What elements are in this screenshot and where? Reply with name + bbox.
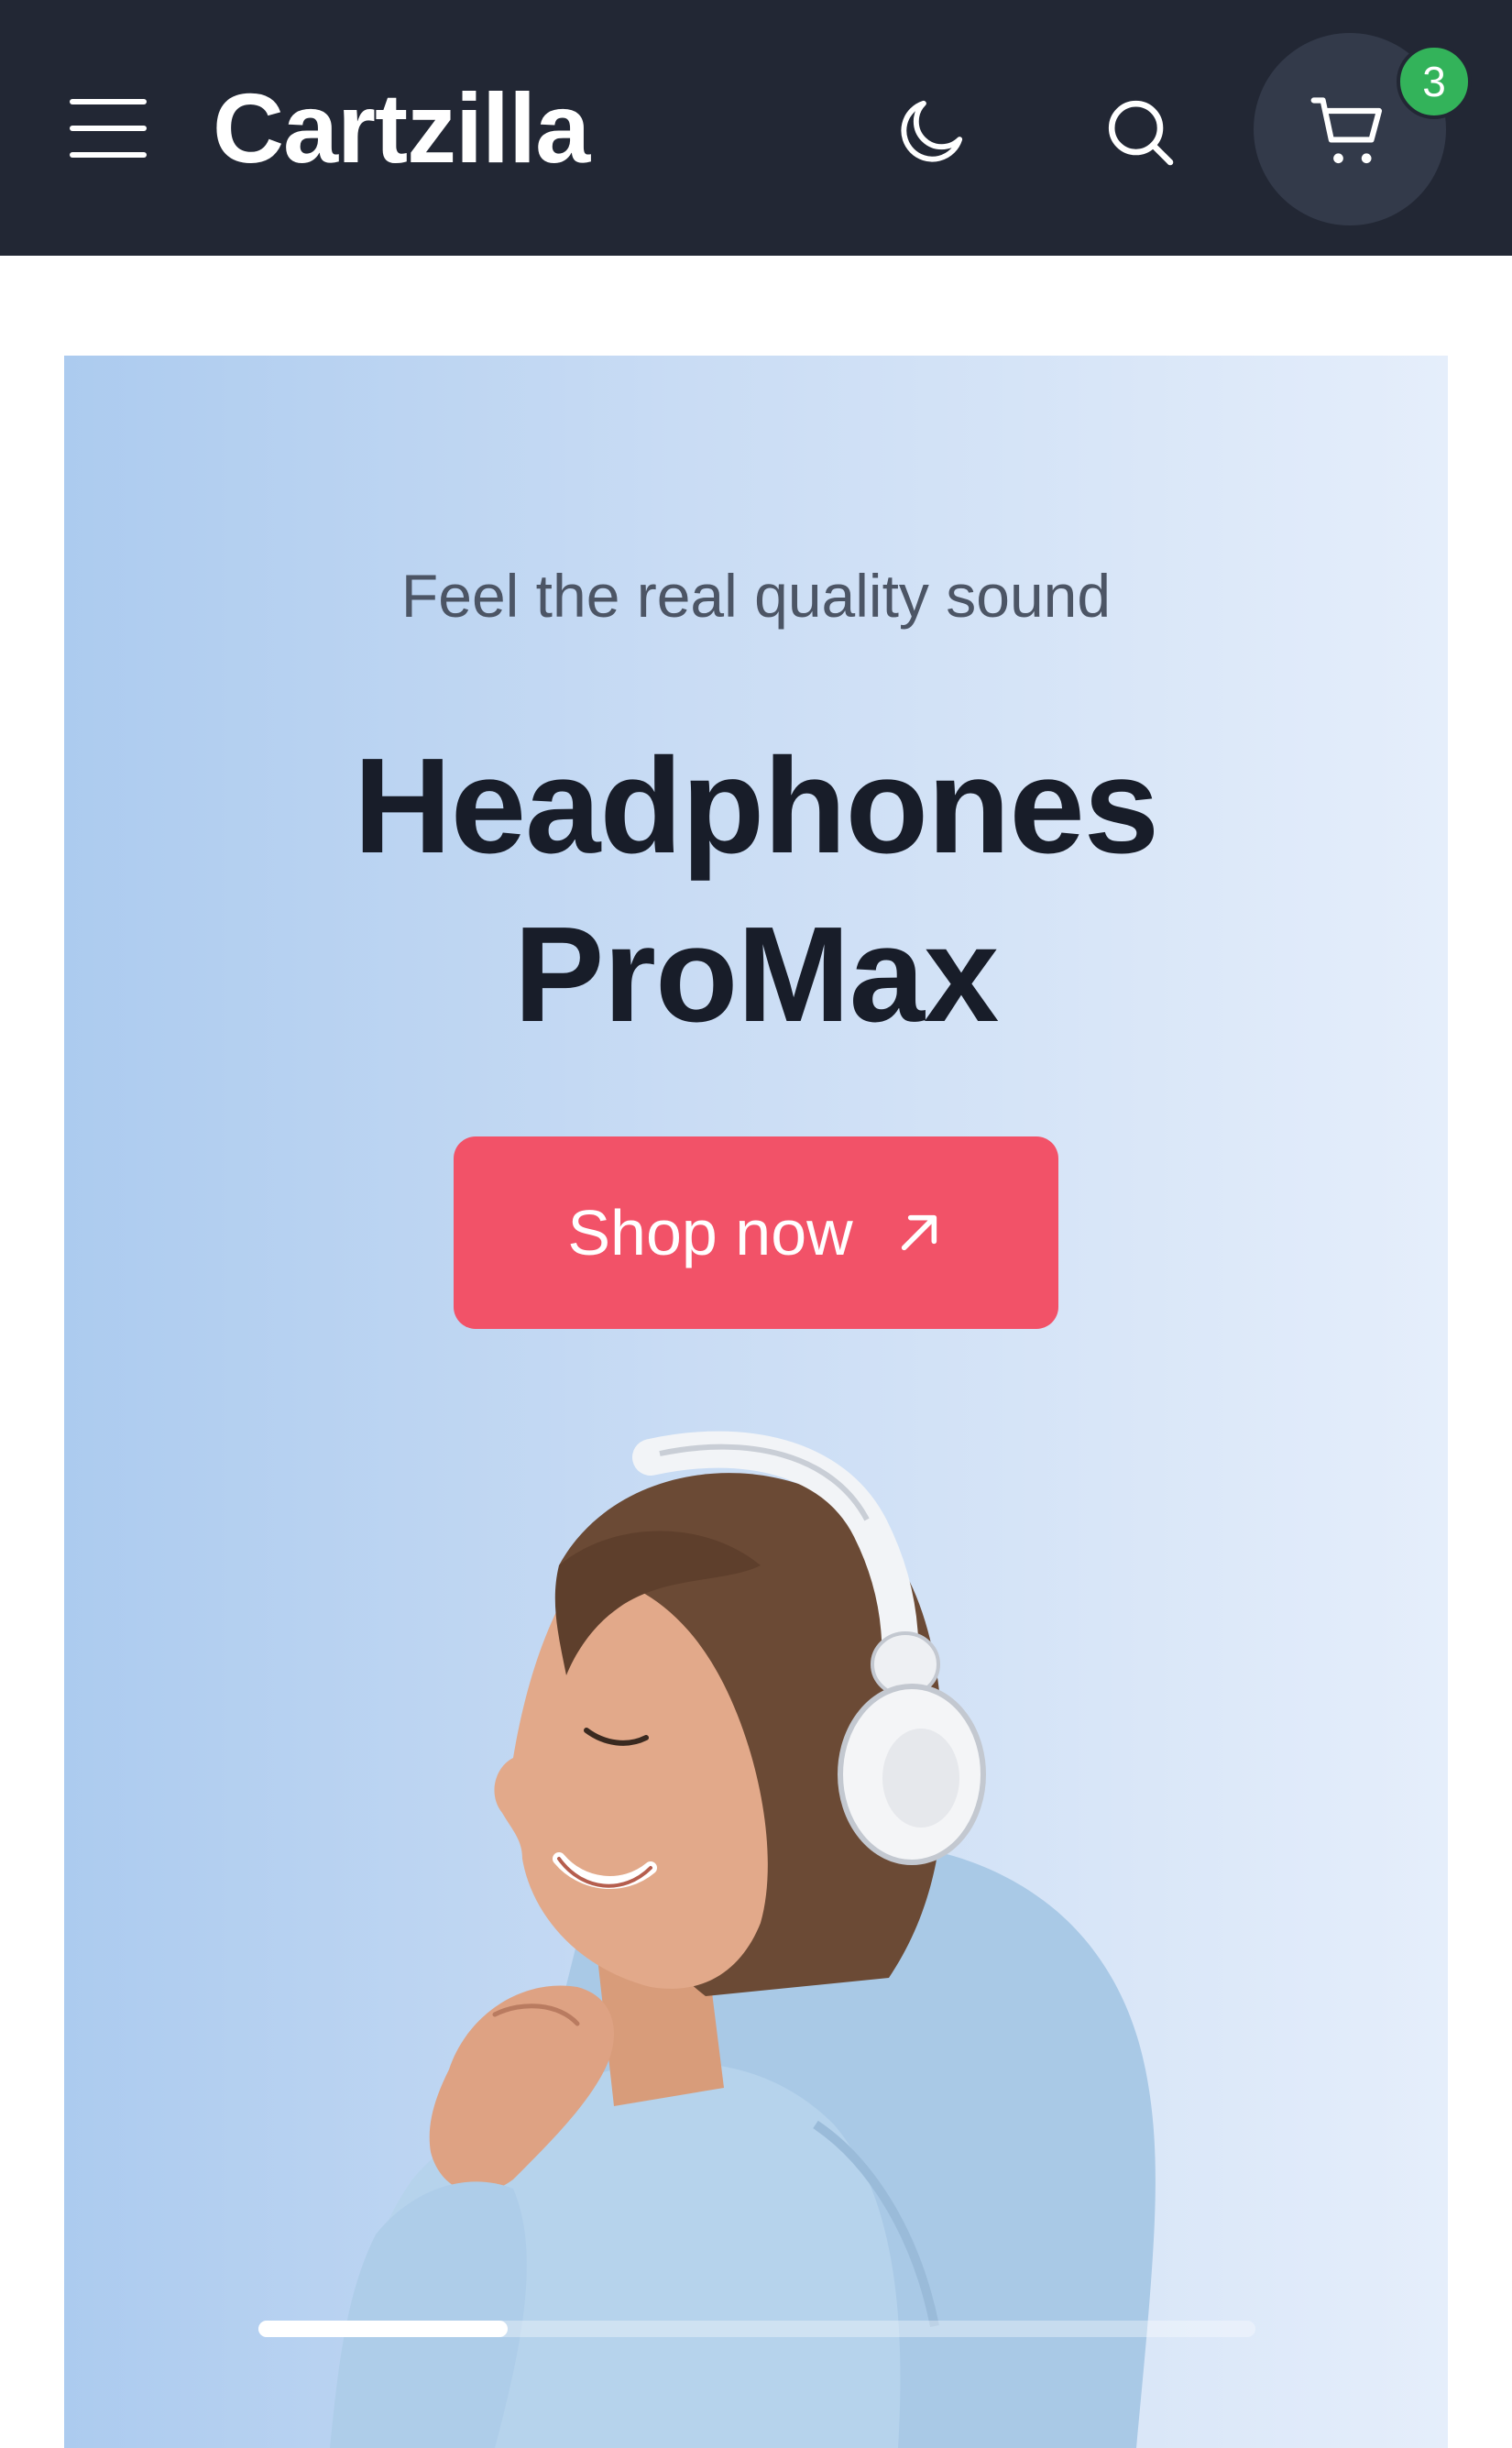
- moon-icon[interactable]: [891, 92, 971, 172]
- hero-title-line2: ProMax: [513, 899, 1000, 1050]
- hamburger-menu-icon[interactable]: [70, 99, 147, 158]
- hero-subtitle: Feel the real quality sound: [400, 562, 1112, 630]
- brand-logo[interactable]: Cartzilla: [213, 73, 590, 183]
- hero-title: Headphones ProMax: [64, 722, 1448, 1059]
- cart-count-badge: 3: [1397, 44, 1472, 119]
- shop-now-button[interactable]: Shop now: [454, 1136, 1058, 1329]
- slider-progress-fill: [258, 2321, 508, 2337]
- slider-progress-track[interactable]: [258, 2321, 1255, 2337]
- navbar: Cartzilla 3: [0, 0, 1512, 256]
- hero-title-line1: Headphones: [353, 730, 1159, 882]
- hero-image: [330, 1431, 1156, 2448]
- shop-now-label: Shop now: [567, 1197, 853, 1268]
- arrow-up-right-icon: [901, 1214, 937, 1251]
- search-icon[interactable]: [1100, 92, 1180, 172]
- shopping-cart-icon: [1310, 97, 1383, 164]
- hero-banner: Feel the real quality sound Headphones P…: [64, 356, 1448, 2448]
